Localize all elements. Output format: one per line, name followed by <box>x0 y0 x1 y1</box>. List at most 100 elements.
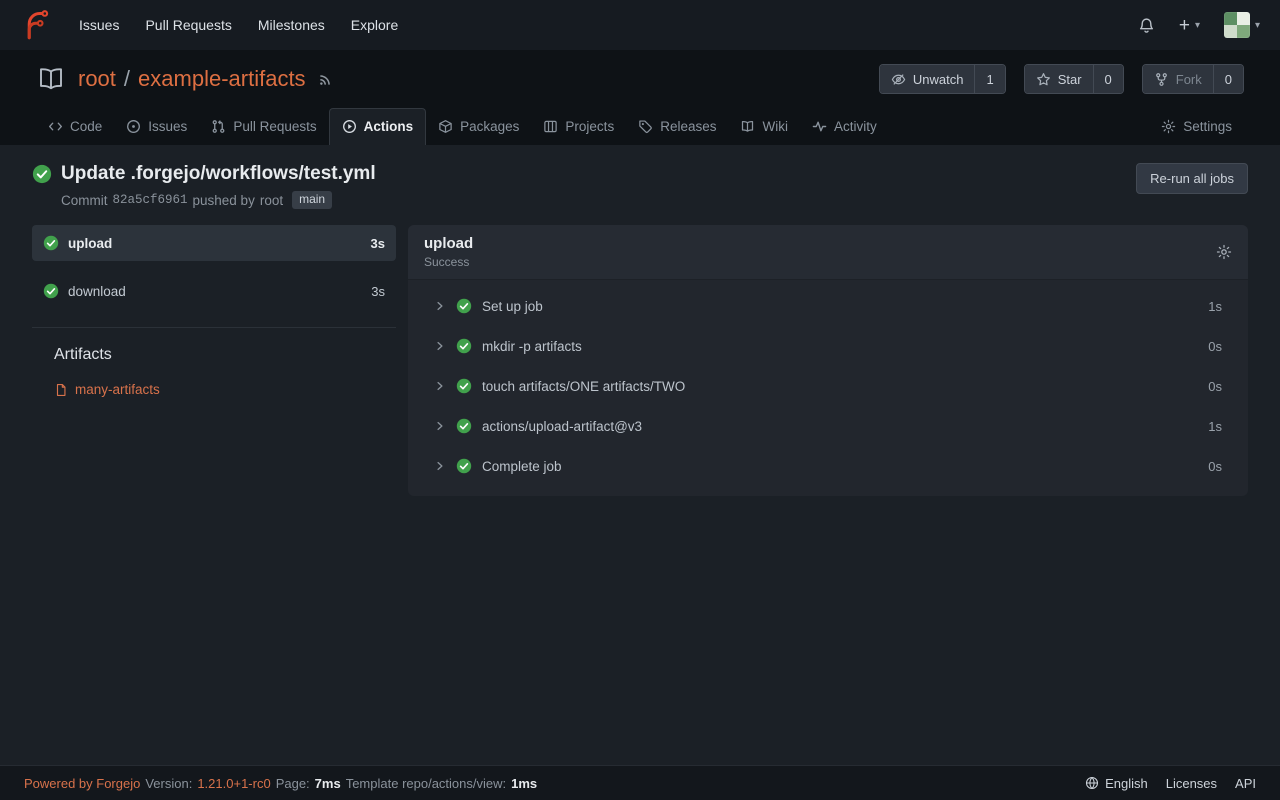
tab-packages-label: Packages <box>460 119 519 134</box>
tab-releases[interactable]: Releases <box>626 109 728 145</box>
commit-label: Commit <box>61 193 108 208</box>
chevron-right-icon <box>434 420 446 432</box>
language-menu[interactable]: English <box>1085 776 1148 791</box>
tab-wiki-label: Wiki <box>762 119 788 134</box>
forks-count[interactable]: 0 <box>1213 65 1243 93</box>
job-status: Success <box>424 255 473 269</box>
job-name: upload <box>68 236 112 251</box>
issue-circle-icon <box>126 119 141 134</box>
step-duration: 1s <box>1208 299 1222 314</box>
step-row-upload-artifact[interactable]: actions/upload-artifact@v3 1s <box>408 406 1248 446</box>
tab-pull-requests-label: Pull Requests <box>233 119 316 134</box>
step-row-mkdir[interactable]: mkdir -p artifacts 0s <box>408 326 1248 366</box>
success-check-icon <box>456 418 472 434</box>
footer: Powered by Forgejo Version: 1.21.0+1-rc0… <box>0 765 1280 800</box>
step-list: Set up job 1s mkdir -p artifacts 0s <box>408 280 1248 496</box>
success-check-icon <box>456 378 472 394</box>
pushed-by-label: pushed by <box>193 193 255 208</box>
powered-by-link[interactable]: Powered by Forgejo <box>24 776 140 791</box>
git-pull-request-icon <box>211 119 226 134</box>
job-row-upload[interactable]: upload 3s <box>32 225 396 261</box>
forgejo-logo[interactable] <box>20 10 50 40</box>
star-button[interactable]: Star <box>1025 65 1093 93</box>
job-detail-title-block: upload Success <box>424 235 473 269</box>
step-duration: 1s <box>1208 419 1222 434</box>
run-header: Update .forgejo/workflows/test.yml Commi… <box>32 163 1248 209</box>
repo-owner-link[interactable]: root <box>78 66 116 92</box>
repo-tabs: Code Issues Pull Requests Actions Packag… <box>36 108 1244 145</box>
create-new-menu[interactable]: + ▾ <box>1179 16 1200 35</box>
notifications-bell-icon[interactable] <box>1138 17 1155 34</box>
run-title-texts: Update .forgejo/workflows/test.yml Commi… <box>61 163 376 209</box>
tab-pull-requests[interactable]: Pull Requests <box>199 109 328 145</box>
unwatch-label: Unwatch <box>913 72 964 87</box>
user-menu[interactable]: ▾ <box>1224 12 1260 38</box>
tab-code[interactable]: Code <box>36 109 114 145</box>
step-label: actions/upload-artifact@v3 <box>482 419 642 434</box>
tab-wiki[interactable]: Wiki <box>728 109 800 145</box>
success-check-icon <box>43 283 59 299</box>
tab-activity-label: Activity <box>834 119 877 134</box>
unwatch-button[interactable]: Unwatch <box>880 65 975 93</box>
tab-issues-label: Issues <box>148 119 187 134</box>
chevron-right-icon <box>434 460 446 472</box>
tab-packages[interactable]: Packages <box>426 109 531 145</box>
tab-settings[interactable]: Settings <box>1149 109 1244 145</box>
run-title: Update .forgejo/workflows/test.yml <box>61 163 376 185</box>
eye-off-icon <box>891 72 906 87</box>
step-label: mkdir -p artifacts <box>482 339 582 354</box>
tab-projects[interactable]: Projects <box>531 109 626 145</box>
nav-explore[interactable]: Explore <box>338 17 411 33</box>
artifact-link-many-artifacts[interactable]: many-artifacts <box>32 382 396 397</box>
version-link[interactable]: 1.21.0+1-rc0 <box>197 776 270 791</box>
tab-projects-label: Projects <box>565 119 614 134</box>
tab-settings-label: Settings <box>1183 119 1232 134</box>
success-check-icon <box>456 458 472 474</box>
chevron-down-icon: ▾ <box>1255 20 1260 31</box>
footer-left: Powered by Forgejo Version: 1.21.0+1-rc0… <box>24 776 537 791</box>
repo-book-icon <box>36 64 66 94</box>
footer-right: English Licenses API <box>1085 776 1256 791</box>
job-row-download[interactable]: download 3s <box>32 273 396 309</box>
fork-button-group: Fork 0 <box>1142 64 1244 94</box>
tab-activity[interactable]: Activity <box>800 109 889 145</box>
language-label: English <box>1105 776 1148 791</box>
stars-count[interactable]: 0 <box>1093 65 1123 93</box>
job-options-gear-icon[interactable] <box>1216 244 1232 260</box>
step-row-setup[interactable]: Set up job 1s <box>408 286 1248 326</box>
branch-badge[interactable]: main <box>292 191 332 209</box>
template-time-label: Template repo/actions/view: <box>346 776 506 791</box>
page-time-label: Page: <box>276 776 310 791</box>
watchers-count[interactable]: 1 <box>974 65 1004 93</box>
tab-issues[interactable]: Issues <box>114 109 199 145</box>
fork-button[interactable]: Fork <box>1143 65 1213 93</box>
rerun-all-jobs-button[interactable]: Re-run all jobs <box>1136 163 1248 194</box>
tab-releases-label: Releases <box>660 119 716 134</box>
fork-label: Fork <box>1176 72 1202 87</box>
step-label: Complete job <box>482 459 562 474</box>
book-icon <box>740 119 755 134</box>
repo-name-link[interactable]: example-artifacts <box>138 66 306 92</box>
plus-icon: + <box>1179 16 1190 35</box>
chevron-right-icon <box>434 340 446 352</box>
step-row-touch[interactable]: touch artifacts/ONE artifacts/TWO 0s <box>408 366 1248 406</box>
api-link[interactable]: API <box>1235 776 1256 791</box>
tag-icon <box>638 119 653 134</box>
star-icon <box>1036 72 1051 87</box>
commit-sha-link[interactable]: 82a5cf6961 <box>113 193 188 207</box>
nav-pull-requests[interactable]: Pull Requests <box>132 17 244 33</box>
navbar-right: + ▾ ▾ <box>1138 12 1260 38</box>
rss-icon[interactable] <box>318 72 333 87</box>
step-row-complete[interactable]: Complete job 0s <box>408 446 1248 486</box>
tab-actions[interactable]: Actions <box>329 108 427 145</box>
breadcrumb: root / example-artifacts <box>78 66 306 92</box>
tab-code-label: Code <box>70 119 102 134</box>
nav-issues[interactable]: Issues <box>66 17 132 33</box>
nav-milestones[interactable]: Milestones <box>245 17 338 33</box>
globe-icon <box>1085 776 1099 790</box>
pusher-link[interactable]: root <box>260 193 283 208</box>
actions-run-view: Update .forgejo/workflows/test.yml Commi… <box>0 145 1280 765</box>
tab-actions-label: Actions <box>364 119 414 134</box>
job-detail-panel: upload Success Set up job 1s <box>408 225 1248 496</box>
licenses-link[interactable]: Licenses <box>1166 776 1217 791</box>
